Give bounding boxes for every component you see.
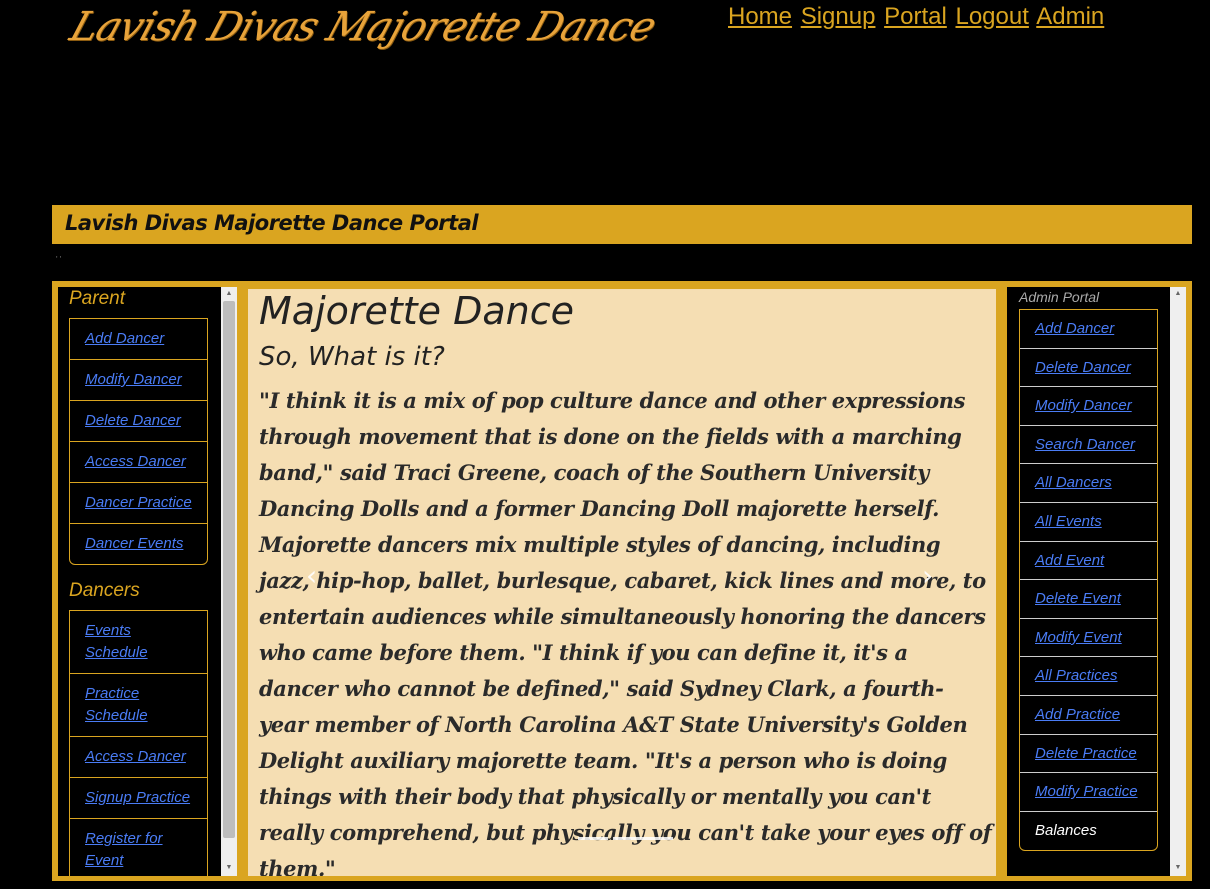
modify-dancer-link[interactable]: Modify Dancer (85, 371, 182, 388)
admin-search-dancer-link[interactable]: Search Dancer (1035, 436, 1135, 453)
right-scrollbar[interactable]: ▲ ▼ (1170, 287, 1186, 876)
admin-menu: Add Dancer Delete Dancer Modify Dancer S… (1019, 309, 1158, 852)
nav-home-link[interactable]: Home (728, 3, 792, 30)
register-event-link[interactable]: Register for Event (85, 830, 163, 869)
portal-banner: Lavish Divas Majorette Dance Portal (52, 205, 1192, 244)
banner-title: Lavish Divas Majorette Dance Portal (65, 211, 479, 235)
admin-menu-item[interactable]: Modify Practice (1020, 773, 1157, 812)
practice-schedule-link[interactable]: Practice Schedule (85, 685, 148, 724)
admin-menu-item[interactable]: All Events (1020, 503, 1157, 542)
add-dancer-link[interactable]: Add Dancer (85, 330, 164, 347)
chevron-left-icon[interactable]: ‹ (306, 559, 317, 592)
left-sidebar: Parent Add Dancer Modify Dancer Delete D… (58, 287, 237, 876)
admin-all-events-link[interactable]: All Events (1035, 513, 1102, 530)
admin-delete-event-link[interactable]: Delete Event (1035, 590, 1121, 607)
parent-menu-item[interactable]: Modify Dancer (70, 360, 207, 401)
top-nav: Home Signup Portal Logout Admin (728, 3, 1106, 31)
parent-heading: Parent (69, 288, 125, 309)
admin-delete-dancer-link[interactable]: Delete Dancer (1035, 359, 1131, 376)
dancer-access-link[interactable]: Access Dancer (85, 748, 186, 765)
parent-menu-item[interactable]: Access Dancer (70, 442, 207, 483)
admin-menu-item[interactable]: Search Dancer (1020, 426, 1157, 465)
admin-all-dancers-link[interactable]: All Dancers (1035, 474, 1112, 491)
carousel-indicator[interactable] (643, 837, 673, 840)
dancers-menu-item[interactable]: Practice Schedule (70, 674, 207, 737)
admin-portal-heading: Admin Portal (1019, 289, 1100, 305)
parent-menu-item[interactable]: Dancer Events (70, 524, 207, 564)
admin-add-dancer-link[interactable]: Add Dancer (1035, 320, 1114, 337)
admin-menu-item[interactable]: Balances (1020, 812, 1157, 851)
delete-dancer-link[interactable]: Delete Dancer (85, 412, 181, 429)
logo-text: Lavish Divas Majorette Dance (64, 4, 662, 50)
access-dancer-link[interactable]: Access Dancer (85, 453, 186, 470)
admin-menu-item[interactable]: Delete Event (1020, 580, 1157, 619)
admin-menu-item[interactable]: Modify Dancer (1020, 387, 1157, 426)
parent-menu-item[interactable]: Delete Dancer (70, 401, 207, 442)
carousel-indicator[interactable] (578, 837, 608, 840)
signup-practice-link[interactable]: Signup Practice (85, 789, 190, 806)
nav-signup-link[interactable]: Signup (801, 3, 876, 30)
admin-add-event-link[interactable]: Add Event (1035, 552, 1104, 569)
parent-menu-item[interactable]: Add Dancer (70, 319, 207, 360)
dancers-menu: Events Schedule Practice Schedule Access… (69, 610, 208, 876)
admin-menu-item[interactable]: Add Event (1020, 542, 1157, 581)
nav-portal-link[interactable]: Portal (884, 3, 947, 30)
scroll-thumb[interactable] (223, 301, 235, 838)
admin-modify-event-link[interactable]: Modify Event (1035, 629, 1122, 646)
page-title: Majorette Dance (259, 289, 575, 333)
admin-modify-dancer-link[interactable]: Modify Dancer (1035, 397, 1132, 414)
admin-add-practice-link[interactable]: Add Practice (1035, 706, 1120, 723)
dancers-heading: Dancers (69, 580, 140, 601)
admin-menu-item[interactable]: Delete Dancer (1020, 349, 1157, 388)
admin-modify-practice-link[interactable]: Modify Practice (1035, 783, 1138, 800)
parent-menu-item[interactable]: Dancer Practice (70, 483, 207, 524)
events-schedule-link[interactable]: Events Schedule (85, 622, 148, 661)
admin-menu-item[interactable]: All Dancers (1020, 464, 1157, 503)
admin-menu-item[interactable]: Delete Practice (1020, 735, 1157, 774)
nav-admin-link[interactable]: Admin (1036, 3, 1104, 30)
admin-menu-item[interactable]: All Practices (1020, 657, 1157, 696)
page-subtitle: So, What is it? (259, 342, 445, 372)
admin-menu-item[interactable]: Add Dancer (1020, 310, 1157, 349)
admin-sidebar: Admin Portal Add Dancer Delete Dancer Mo… (1007, 287, 1186, 876)
scroll-down-icon[interactable]: ▼ (1170, 863, 1186, 873)
dancers-menu-item[interactable]: Access Dancer (70, 737, 207, 778)
scroll-up-icon[interactable]: ▲ (1170, 289, 1186, 299)
chevron-right-icon[interactable]: › (922, 559, 933, 592)
dancers-menu-item[interactable]: Events Schedule (70, 611, 207, 674)
dancer-practice-link[interactable]: Dancer Practice (85, 494, 192, 511)
parent-menu: Add Dancer Modify Dancer Delete Dancer A… (69, 318, 208, 565)
tiny-text: ' ' (56, 255, 62, 264)
dancers-menu-item[interactable]: Signup Practice (70, 778, 207, 819)
admin-delete-practice-link[interactable]: Delete Practice (1035, 745, 1137, 762)
admin-balances-item[interactable]: Balances (1035, 822, 1097, 839)
admin-menu-item[interactable]: Add Practice (1020, 696, 1157, 735)
content-carousel: Majorette Dance So, What is it? "I think… (248, 289, 996, 876)
site-logo: Lavish Divas Majorette Dance (65, 4, 662, 64)
quote-text: "I think it is a mix of pop culture danc… (259, 388, 992, 876)
dancer-events-link[interactable]: Dancer Events (85, 535, 183, 552)
scroll-up-icon[interactable]: ▲ (221, 289, 237, 299)
dancers-menu-item[interactable]: Register for Event (70, 819, 207, 876)
admin-all-practices-link[interactable]: All Practices (1035, 667, 1118, 684)
nav-logout-link[interactable]: Logout (955, 3, 1028, 30)
admin-menu-item[interactable]: Modify Event (1020, 619, 1157, 658)
left-scrollbar[interactable]: ▲ ▼ (221, 287, 237, 876)
carousel-indicator[interactable] (613, 837, 643, 840)
scroll-down-icon[interactable]: ▼ (221, 863, 237, 873)
